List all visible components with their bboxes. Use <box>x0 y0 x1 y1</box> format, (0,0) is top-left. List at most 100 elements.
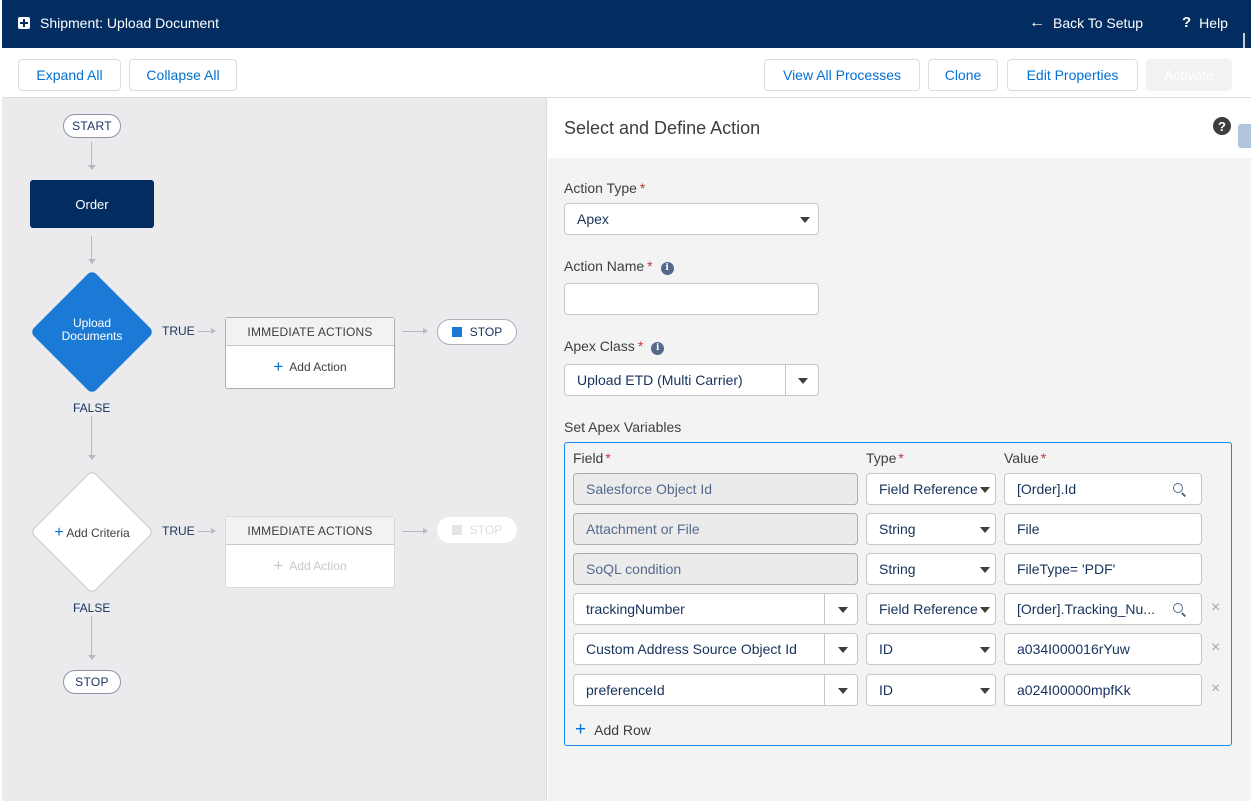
row-4-field-combobox[interactable]: trackingNumber <box>573 593 858 625</box>
process-title: Shipment: Upload Document <box>40 15 219 31</box>
row-5-type-value: ID <box>879 641 893 657</box>
chevron-down-icon <box>980 527 990 533</box>
immediate-actions-header: IMMEDIATE ACTIONS <box>226 517 394 545</box>
add-action-label: Add Action <box>289 559 347 573</box>
apex-variables-table: Field * Type * Value * Salesforce Object Id… <box>564 442 1232 746</box>
question-icon: ? <box>1182 14 1192 31</box>
immediate-actions-box: IMMEDIATE ACTIONS + Add Action <box>225 516 395 588</box>
criteria-label: Upload Documents <box>61 316 123 343</box>
activate-button[interactable]: Activate <box>1146 59 1232 91</box>
process-builder-icon <box>18 17 30 29</box>
row-4-value: [Order].Tracking_Nu... <box>1017 601 1155 617</box>
connector <box>91 416 92 456</box>
back-to-setup-link[interactable]: ← Back To Setup <box>1029 14 1143 32</box>
connector <box>198 331 212 332</box>
connector-arrow <box>211 528 216 534</box>
true-label: TRUE <box>162 324 195 338</box>
connector-arrow <box>211 328 216 334</box>
help-link[interactable]: ? Help <box>1182 14 1228 31</box>
collapse-panel-tab[interactable] <box>1238 124 1251 148</box>
row-3-type-value: String <box>879 561 916 577</box>
chevron-down-icon <box>838 688 848 694</box>
search-icon[interactable] <box>1173 603 1183 613</box>
divider <box>824 675 825 705</box>
help-icon[interactable]: ? <box>1213 117 1231 135</box>
row-6-field-value: preferenceId <box>586 682 665 698</box>
apex-class-label: Apex Class * i <box>564 338 665 355</box>
apex-variables-label: Set Apex Variables <box>564 419 682 435</box>
row-5-type-select[interactable]: ID <box>866 633 996 665</box>
process-canvas: START Order Upload Documents TRUE IMMEDI… <box>2 98 547 801</box>
row-3-field: SoQL condition <box>573 553 858 585</box>
false-label: FALSE <box>73 401 111 415</box>
stop-node: STOP <box>437 319 517 345</box>
header-title-group: Shipment: Upload Document <box>18 15 219 31</box>
add-action-button[interactable]: + Add Action <box>226 346 394 388</box>
column-header-value: Value * <box>1004 450 1047 466</box>
edit-properties-button[interactable]: Edit Properties <box>1007 59 1138 91</box>
connector-arrow <box>88 259 96 264</box>
row-6-field-combobox[interactable]: preferenceId <box>573 674 858 706</box>
apex-class-label-text: Apex Class <box>564 338 635 354</box>
remove-row-icon[interactable]: × <box>1211 680 1220 698</box>
view-all-processes-button[interactable]: View All Processes <box>764 59 920 91</box>
stop-square-icon <box>451 327 462 337</box>
chevron-down-icon <box>838 647 848 653</box>
action-panel: Select and Define Action ? Action Type * … <box>548 98 1251 801</box>
plus-icon: + <box>575 719 587 740</box>
chevron-down-icon <box>980 487 990 493</box>
info-icon[interactable]: i <box>651 342 665 355</box>
column-header-type-text: Type <box>866 450 897 466</box>
row-5-field-value: Custom Address Source Object Id <box>586 641 797 657</box>
row-1-value-input[interactable]: [Order].Id <box>1004 473 1202 505</box>
stop-node-disabled: STOP <box>437 517 517 543</box>
chevron-down-icon <box>980 688 990 694</box>
action-name-input[interactable] <box>564 283 819 315</box>
object-node-order[interactable]: Order <box>30 180 154 228</box>
connector-arrow <box>423 528 428 534</box>
immediate-actions-box[interactable]: IMMEDIATE ACTIONS + Add Action <box>225 317 395 389</box>
row-4-field-value: trackingNumber <box>586 601 685 617</box>
app-header: Shipment: Upload Document ← Back To Setu… <box>2 0 1251 48</box>
divider <box>824 594 825 624</box>
action-type-label-text: Action Type <box>564 180 637 196</box>
row-1-value: [Order].Id <box>1017 481 1077 497</box>
row-6-type-select[interactable]: ID <box>866 674 996 706</box>
clone-button[interactable]: Clone <box>928 59 998 91</box>
expand-all-button[interactable]: Expand All <box>18 59 121 91</box>
false-label: FALSE <box>73 601 111 615</box>
column-header-field-text: Field <box>573 450 604 466</box>
add-action-button-disabled: + Add Action <box>226 545 394 587</box>
add-action-label: Add Action <box>289 360 347 374</box>
row-2-value-input[interactable]: File <box>1004 513 1202 545</box>
info-icon[interactable]: i <box>660 262 674 275</box>
remove-row-icon[interactable]: × <box>1211 639 1220 657</box>
row-5-value-input[interactable]: a034I000016rYuw <box>1004 633 1202 665</box>
row-1-type-select[interactable]: Field Reference <box>866 473 996 505</box>
add-row-button[interactable]: + Add Row <box>575 719 651 741</box>
column-header-value-text: Value <box>1004 450 1039 466</box>
row-4-type-select[interactable]: Field Reference <box>866 593 996 625</box>
start-node: START <box>63 114 121 138</box>
row-3-type-select[interactable]: String <box>866 553 996 585</box>
column-header-field: Field * <box>573 450 611 466</box>
action-type-select[interactable]: Apex <box>564 203 819 235</box>
add-row-label: Add Row <box>594 722 651 738</box>
action-name-label-text: Action Name <box>564 258 645 274</box>
stop-label: STOP <box>469 325 503 339</box>
true-label: TRUE <box>162 524 195 538</box>
plus-icon: + <box>273 556 284 575</box>
add-criteria-group[interactable]: + Add Criteria <box>42 524 142 542</box>
row-5-field-combobox[interactable]: Custom Address Source Object Id <box>573 633 858 665</box>
search-icon[interactable] <box>1173 483 1183 493</box>
row-6-value-input[interactable]: a024I00000mpfKk <box>1004 674 1202 706</box>
row-3-value-input[interactable]: FileType= 'PDF' <box>1004 553 1202 585</box>
row-4-value-input[interactable]: [Order].Tracking_Nu... <box>1004 593 1202 625</box>
apex-class-value: Upload ETD (Multi Carrier) <box>577 372 743 388</box>
row-6-type-value: ID <box>879 682 893 698</box>
row-2-type-select[interactable]: String <box>866 513 996 545</box>
back-to-setup-label: Back To Setup <box>1053 15 1144 31</box>
remove-row-icon[interactable]: × <box>1211 599 1220 617</box>
apex-class-combobox[interactable]: Upload ETD (Multi Carrier) <box>564 364 819 396</box>
collapse-all-button[interactable]: Collapse All <box>129 59 237 91</box>
